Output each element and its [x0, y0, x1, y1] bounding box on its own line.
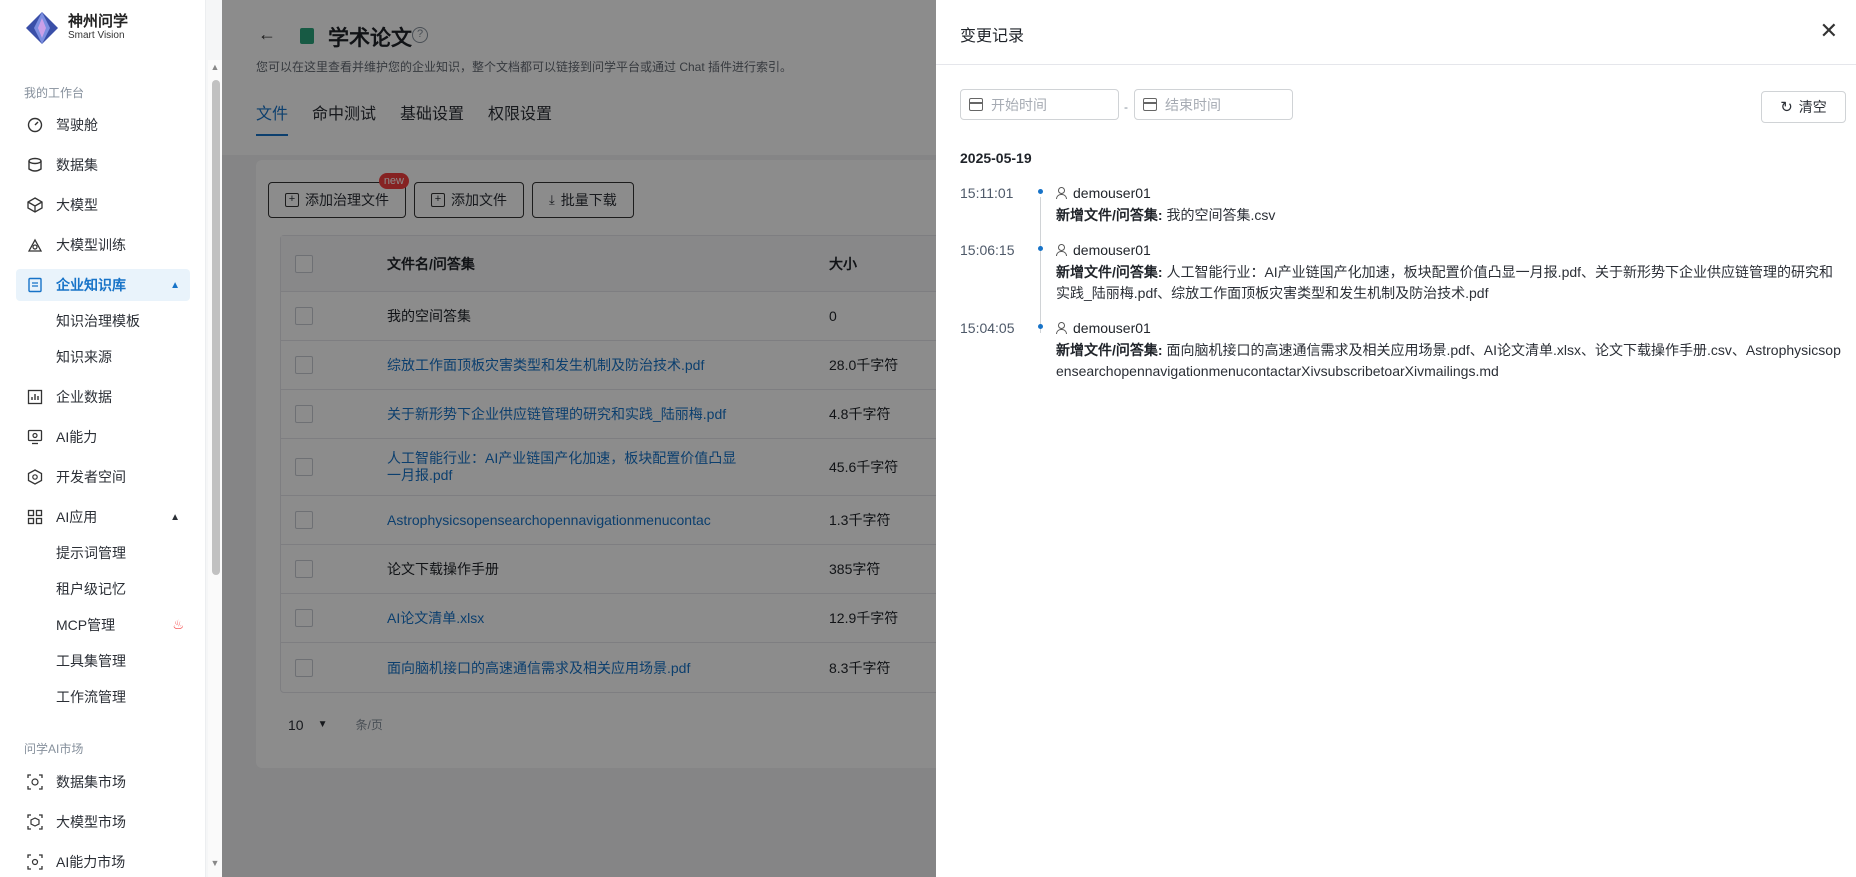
log-action: 新增文件/问答集: — [1056, 342, 1163, 358]
sidebar-item-model-market[interactable]: 大模型市场 — [16, 806, 190, 838]
button-label: 清空 — [1798, 99, 1827, 115]
ai-market-icon — [26, 853, 44, 871]
date-range-separator: - — [1124, 100, 1128, 114]
sidebar-subitem-knowledge-source[interactable]: 知识来源 — [56, 345, 112, 369]
log-action: 新增文件/问答集: — [1056, 264, 1163, 280]
sidebar-subitem-label: MCP管理 — [56, 617, 116, 633]
timeline-dot — [1038, 324, 1043, 329]
user-icon — [1056, 187, 1067, 199]
log-time: 15:04:05 — [960, 320, 1015, 336]
log-user: demouser01 — [1056, 185, 1151, 201]
logo-subtitle: Smart Vision — [68, 30, 125, 41]
sidebar-subitem-prompt-mgmt[interactable]: 提示词管理 — [56, 541, 126, 565]
sidebar-item-label: AI应用 — [56, 509, 98, 525]
log-user: demouser01 — [1056, 242, 1151, 258]
chevron-up-icon: ▲ — [170, 511, 180, 523]
start-date-input[interactable]: 开始时间 — [960, 89, 1119, 120]
model-market-icon — [26, 813, 44, 831]
close-icon[interactable]: ✕ — [1820, 18, 1838, 44]
divider — [936, 64, 1856, 65]
user-icon — [1056, 244, 1067, 256]
sidebar-item-label: 开发者空间 — [56, 469, 126, 485]
log-detail-text: 我的空间答集.csv — [1166, 207, 1276, 223]
dataset-market-icon — [26, 773, 44, 791]
sidebar-item-dataset-market[interactable]: 数据集市场 — [16, 766, 190, 798]
sidebar: 神州问学 Smart Vision 我的工作台 驾驶舱 数据集 大模型 大模型训… — [0, 0, 206, 877]
log-date: 2025-05-19 — [960, 150, 1032, 166]
placeholder-text: 结束时间 — [1165, 96, 1221, 113]
logo[interactable]: 神州问学 Smart Vision — [24, 10, 128, 46]
sidebar-subitem-toolset[interactable]: 工具集管理 — [56, 649, 126, 673]
timeline-line — [1040, 197, 1041, 333]
log-detail: 新增文件/问答集: 面向脑机接口的高速通信需求及相关应用场景.pdf、AI论文清… — [1056, 340, 1841, 382]
sidebar-subitem-tenant-memory[interactable]: 租户级记忆 — [56, 577, 126, 601]
clear-button[interactable]: ↻ 清空 — [1761, 91, 1846, 123]
sidebar-item-label: 大模型训练 — [56, 237, 126, 253]
sidebar-item-model-training[interactable]: 大模型训练 — [16, 229, 190, 261]
fire-icon: ♨ — [172, 617, 184, 632]
log-detail: 新增文件/问答集: 我的空间答集.csv — [1056, 205, 1841, 226]
chevron-up-icon: ▲ — [170, 279, 180, 291]
sidebar-item-label: 企业数据 — [56, 389, 112, 405]
log-user: demouser01 — [1056, 320, 1151, 336]
apps-grid-icon — [26, 508, 44, 526]
sidebar-item-ai-market[interactable]: AI能力市场 — [16, 846, 190, 877]
scroll-down-icon[interactable]: ▼ — [210, 858, 220, 868]
logo-title: 神州问学 — [68, 13, 129, 30]
logo-mark-icon — [26, 12, 58, 44]
sidebar-item-enterprise-data[interactable]: 企业数据 — [16, 381, 190, 413]
sidebar-item-label: 数据集市场 — [56, 774, 126, 790]
log-username: demouser01 — [1073, 185, 1151, 201]
section-label-market: 问学AI市场 — [24, 742, 84, 756]
log-detail: 新增文件/问答集: 人工智能行业：AI产业链国产化加速，板块配置价值凸显一月报.… — [1056, 262, 1841, 304]
sidebar-item-ai-apps[interactable]: AI应用 ▲ — [16, 501, 190, 533]
cube-icon — [26, 196, 44, 214]
training-icon — [26, 236, 44, 254]
refresh-icon: ↻ — [1780, 99, 1793, 116]
sidebar-item-label: AI能力市场 — [56, 854, 126, 870]
sidebar-item-datasets[interactable]: 数据集 — [16, 149, 190, 181]
user-icon — [1056, 322, 1067, 334]
sidebar-item-developer-space[interactable]: 开发者空间 — [16, 461, 190, 493]
change-log-drawer: 变更记录 ✕ 开始时间 - 结束时间 ↻ 清空 2025-05-19 15:11… — [936, 0, 1856, 877]
drawer-title: 变更记录 — [960, 28, 1025, 45]
sidebar-item-label: AI能力 — [56, 429, 98, 445]
sidebar-item-label: 大模型 — [56, 197, 98, 213]
sidebar-item-label: 驾驶舱 — [56, 117, 98, 133]
sidebar-item-cockpit[interactable]: 驾驶舱 — [16, 109, 190, 141]
end-date-input[interactable]: 结束时间 — [1134, 89, 1293, 120]
timeline-dot — [1038, 189, 1043, 194]
calendar-icon — [969, 98, 983, 111]
sidebar-subitem-governance-template[interactable]: 知识治理模板 — [56, 309, 140, 333]
sidebar-item-knowledge-base[interactable]: 企业知识库 ▲ — [16, 269, 190, 301]
ai-capability-icon — [26, 428, 44, 446]
sidebar-subitem-workflow[interactable]: 工作流管理 — [56, 685, 126, 709]
dashboard-icon — [26, 116, 44, 134]
database-icon — [26, 156, 44, 174]
sidebar-item-label: 企业知识库 — [56, 277, 126, 293]
placeholder-text: 开始时间 — [991, 96, 1047, 113]
log-username: demouser01 — [1073, 242, 1151, 258]
log-username: demouser01 — [1073, 320, 1151, 336]
timeline-dot — [1038, 246, 1043, 251]
log-time: 15:11:01 — [960, 185, 1014, 201]
sidebar-subitem-mcp[interactable]: MCP管理 ♨ — [56, 613, 184, 637]
sidebar-item-label: 大模型市场 — [56, 814, 126, 830]
sidebar-scroll-thumb[interactable] — [212, 80, 220, 575]
knowledge-base-icon — [26, 276, 44, 294]
calendar-icon — [1143, 98, 1157, 111]
log-action: 新增文件/问答集: — [1056, 207, 1163, 223]
developer-icon — [26, 468, 44, 486]
sidebar-item-models[interactable]: 大模型 — [16, 189, 190, 221]
log-detail-text: 人工智能行业：AI产业链国产化加速，板块配置价值凸显一月报.pdf、关于新形势下… — [1056, 264, 1834, 301]
log-time: 15:06:15 — [960, 242, 1015, 258]
scroll-up-icon[interactable]: ▲ — [210, 62, 220, 72]
sidebar-item-label: 数据集 — [56, 157, 98, 173]
log-detail-text: 面向脑机接口的高速通信需求及相关应用场景.pdf、AI论文清单.xlsx、论文下… — [1056, 342, 1841, 379]
section-label-workbench: 我的工作台 — [24, 86, 85, 100]
sidebar-item-ai-capability[interactable]: AI能力 — [16, 421, 190, 453]
chart-icon — [26, 388, 44, 406]
